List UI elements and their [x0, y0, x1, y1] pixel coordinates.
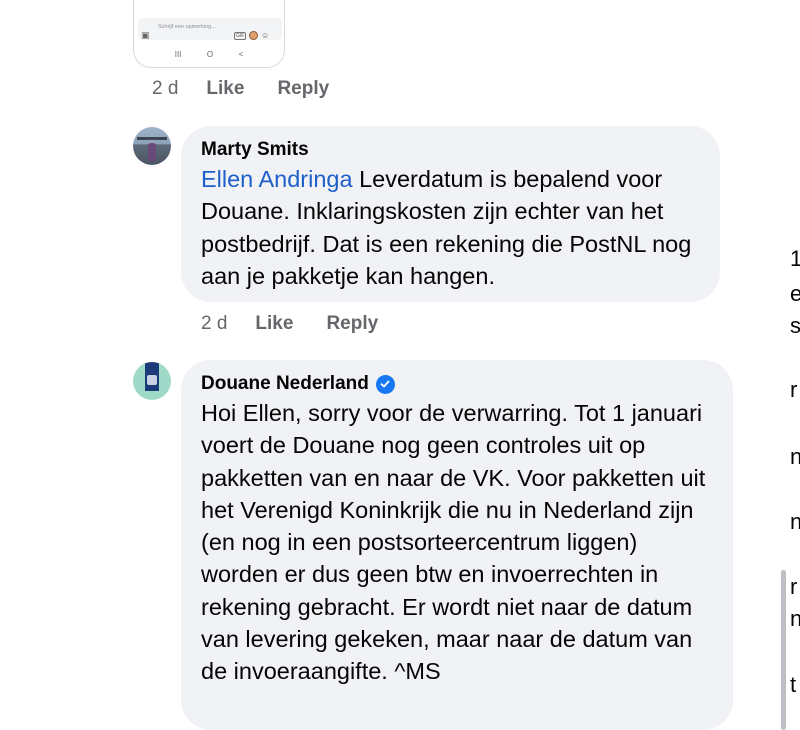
comment-actions: 2 d Like Reply [201, 313, 411, 335]
comment-bubble: Marty Smits Ellen Andringa Leverdatum is… [181, 126, 720, 302]
home-icon: O [206, 50, 214, 59]
camera-icon: ▣ [141, 30, 150, 40]
comment-bubble: Douane Nederland Hoi Ellen, sorry voor d… [181, 360, 733, 730]
recents-icon: III [174, 50, 182, 59]
gif-icon: GIF [234, 32, 247, 40]
scrollbar[interactable] [781, 570, 786, 730]
like-button[interactable]: Like [206, 78, 244, 100]
cutoff-text: n [790, 606, 800, 631]
reply-button[interactable]: Reply [326, 313, 378, 335]
comment-author-row: Douane Nederland [201, 373, 713, 395]
android-nav-bar: III O < [134, 50, 284, 59]
cutoff-text: s [790, 313, 800, 338]
verified-badge-icon [375, 374, 395, 394]
avatar-sticker-icon [249, 31, 258, 40]
comment-body: Hoi Ellen, sorry voor de verwarring. Tot… [201, 400, 706, 685]
comment-timestamp[interactable]: 2 d [152, 78, 178, 100]
comment-author[interactable]: Marty Smits [201, 139, 700, 161]
cutoff-text: r [790, 377, 798, 402]
mention-link[interactable]: Ellen Andringa [201, 166, 353, 192]
cutoff-text: t [790, 672, 797, 697]
reply-button[interactable]: Reply [277, 78, 329, 100]
avatar[interactable] [133, 127, 171, 165]
cutoff-text: 1 [790, 246, 800, 271]
comment-author[interactable]: Douane Nederland [201, 373, 369, 395]
cutoff-text: n [790, 444, 800, 469]
smiley-icon: ☺ [261, 31, 270, 40]
avatar[interactable] [133, 362, 171, 400]
back-icon: < [238, 50, 244, 59]
like-button[interactable]: Like [255, 313, 293, 335]
comment-text: Ellen Andringa Leverdatum is bepalend vo… [201, 163, 700, 292]
composer-placeholder: Schrijf een opmerking... [158, 24, 216, 30]
cutoff-text: e [790, 281, 800, 306]
comment-actions: 2 d Like Reply [152, 78, 362, 100]
comment-timestamp[interactable]: 2 d [201, 313, 227, 335]
cutoff-text: r [790, 574, 798, 599]
cutoff-text: n [790, 509, 800, 534]
attached-screenshot[interactable]: ▣ Schrijf een opmerking... GIF ☺ III O < [133, 0, 285, 68]
